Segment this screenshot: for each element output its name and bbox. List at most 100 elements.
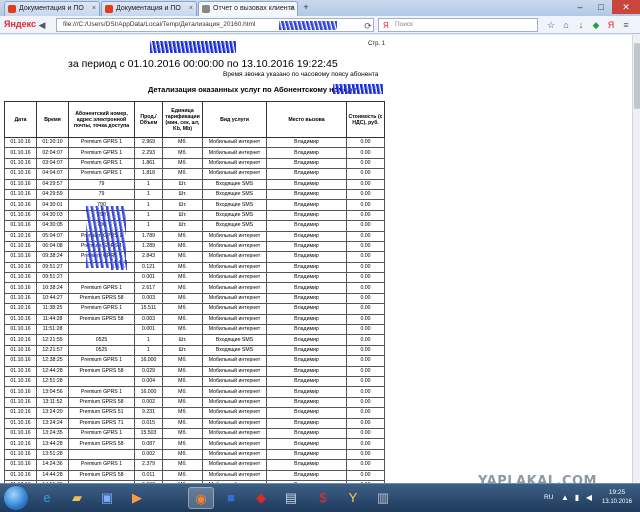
table-cell: 0.029 [134, 365, 163, 378]
new-tab-button[interactable]: + [299, 2, 313, 14]
pdf-icon[interactable]: ◆ [248, 487, 274, 509]
scrollbar-thumb[interactable] [634, 43, 640, 109]
table-cell: Мб. [162, 313, 203, 326]
start-button[interactable] [4, 486, 28, 510]
shield-icon[interactable]: ◆ [590, 19, 602, 31]
table-cell: 04:04:07 [36, 168, 69, 180]
maximize-button[interactable]: □ [591, 0, 611, 14]
app-red-icon[interactable]: $ [310, 487, 336, 509]
table-cell: Premium GPRS 1 [68, 157, 135, 170]
table-cell: Мб. [162, 324, 203, 336]
table-cell: 1 [134, 199, 163, 211]
table-cell: Шт. [162, 220, 203, 232]
table-cell: Premium GPRS 1 [68, 303, 135, 315]
table-cell: Мб. [162, 240, 203, 253]
ie-icon[interactable]: e [34, 487, 60, 509]
tab-close-icon[interactable]: × [189, 2, 193, 15]
menu-icon[interactable]: ≡ [620, 19, 632, 31]
table-row: 01.10.16 13:44:28 Premium GPRS 58 0.087 Мб. М… [4, 438, 385, 450]
tab-close-icon[interactable]: × [290, 2, 294, 15]
save-icon[interactable]: ▣ [94, 487, 120, 509]
table-cell: Мобильный интернет [202, 469, 267, 481]
tab-bar: Документация и ПО × Документация и ПО × … [0, 0, 640, 16]
vertical-scrollbar[interactable] [632, 35, 640, 483]
volume-icon[interactable]: ◀ [584, 493, 594, 503]
table-cell: 01.10.16 [4, 157, 37, 170]
table-cell: 01.10.16 [4, 230, 37, 242]
tab-close-icon[interactable]: × [92, 2, 96, 15]
table-cell: 0.087 [134, 438, 163, 450]
clock-date[interactable]: 13.10.2016 [600, 499, 634, 505]
reload-icon[interactable]: ⟳ [362, 20, 374, 32]
table-cell: Мб. [162, 469, 203, 481]
yandex-logo[interactable]: Яндекс [4, 19, 36, 29]
table-cell: 01.10.16 [4, 313, 37, 326]
firefox-icon[interactable]: ◉ [188, 487, 214, 509]
table-cell: Владимир [266, 469, 347, 481]
yandex-button-icon[interactable]: Я [605, 19, 617, 31]
column-header: Единица тарификации (мин, сек, шт, Kb, M… [162, 101, 203, 138]
yandex-browser-icon[interactable]: Y [340, 487, 366, 509]
table-cell: 01.10.16 [4, 292, 37, 305]
table-cell: Мобильный интернет [202, 303, 267, 315]
table-cell: Мобильный интернет [202, 282, 267, 294]
table-cell: Мобильный интернет [202, 386, 267, 398]
home-icon[interactable]: ⌂ [560, 19, 572, 31]
table-cell: Мобильный интернет [202, 396, 267, 409]
table-cell: Шт. [162, 188, 203, 201]
table-cell: 0.00 [346, 136, 385, 149]
minimize-button[interactable]: – [570, 0, 590, 14]
app-blue-icon[interactable]: ■ [218, 487, 244, 509]
table-cell: Владимир [266, 178, 347, 190]
table-cell: Владимир [266, 344, 347, 357]
system-tray: RU ▲ ▮ ◀ 19:25 13.10.2016 [536, 484, 640, 512]
network-tray-icon[interactable]: ▮ [572, 493, 582, 503]
tray-arrow-icon[interactable]: ▲ [560, 493, 570, 503]
media-icon[interactable]: ▶ [124, 487, 150, 509]
app-grey-icon[interactable]: ▥ [370, 487, 396, 509]
report-period: за период с 01.10.2016 00:00:00 по 13.10… [68, 58, 338, 70]
table-cell: 04:30:05 [36, 220, 69, 232]
back-arrow-icon[interactable]: ◀ [36, 19, 48, 31]
table-cell: Мб. [162, 303, 203, 315]
tab-docs-1[interactable]: Документация и ПО × [4, 1, 100, 16]
table-cell: Мобильный интернет [202, 230, 267, 242]
language-indicator[interactable]: RU [544, 494, 553, 501]
table-cell: Владимир [266, 313, 347, 326]
clock-time[interactable]: 19:25 [602, 489, 632, 496]
table-cell: 0.004 [134, 375, 163, 388]
table-cell: Мобильный интернет [202, 251, 267, 263]
table-row: 01.10.1605:04:07Premium GPRS 11.789Мб.Мо… [4, 230, 385, 242]
table-cell: 14:44:28 [36, 469, 69, 481]
tab-docs-2[interactable]: Документация и ПО × [101, 1, 197, 16]
table-cell: 0.002 [134, 448, 163, 461]
downloads-icon[interactable]: ↓ [575, 19, 587, 31]
close-window-button[interactable]: ✕ [612, 0, 640, 14]
search-placeholder: Поиск [395, 21, 414, 28]
tab-call-report[interactable]: Отчет о вызовах клиента × [198, 1, 298, 16]
table-cell: 0.015 [134, 417, 163, 429]
table-cell: 01.10.16 [4, 251, 37, 263]
folder-icon[interactable]: ▰ [64, 487, 90, 509]
star-icon[interactable]: ☆ [545, 19, 557, 31]
table-cell: Мб. [162, 365, 203, 378]
table-cell: 0.00 [346, 427, 385, 440]
page-viewport[interactable]: Стр. 1 за период с 01.10.2016 00:00:00 п… [0, 35, 632, 483]
table-cell: 13:51:28 [36, 448, 69, 461]
redaction-scribble [86, 206, 126, 268]
table-cell: Мб. [162, 147, 203, 159]
table-cell: 16.000 [134, 355, 163, 367]
table-row: 01.10.16 04:30:01 790 1 Шт. Входящие SMS Влади… [4, 199, 385, 211]
table-cell: 01.10.16 [4, 438, 37, 450]
search-input[interactable]: Я Поиск [378, 18, 538, 32]
table-cell: 2.969 [134, 136, 163, 149]
table-cell: Владимир [266, 375, 347, 388]
report-subtitle: Детализация оказанных услуг по Абонентск… [148, 85, 357, 94]
table-cell: Владимир [266, 157, 347, 170]
network-icon[interactable]: ▤ [278, 487, 304, 509]
table-cell: 12:21:55 [36, 334, 69, 346]
address-bar[interactable]: file:///C:/Users/DSI/AppData/Local/Temp/… [56, 18, 374, 32]
table-cell: 0.00 [346, 157, 385, 170]
table-row: 01.10.16 10:44:27 Premium GPRS 58 0.003 Мб. М… [4, 292, 385, 305]
table-cell: 01.10.16 [4, 344, 37, 357]
